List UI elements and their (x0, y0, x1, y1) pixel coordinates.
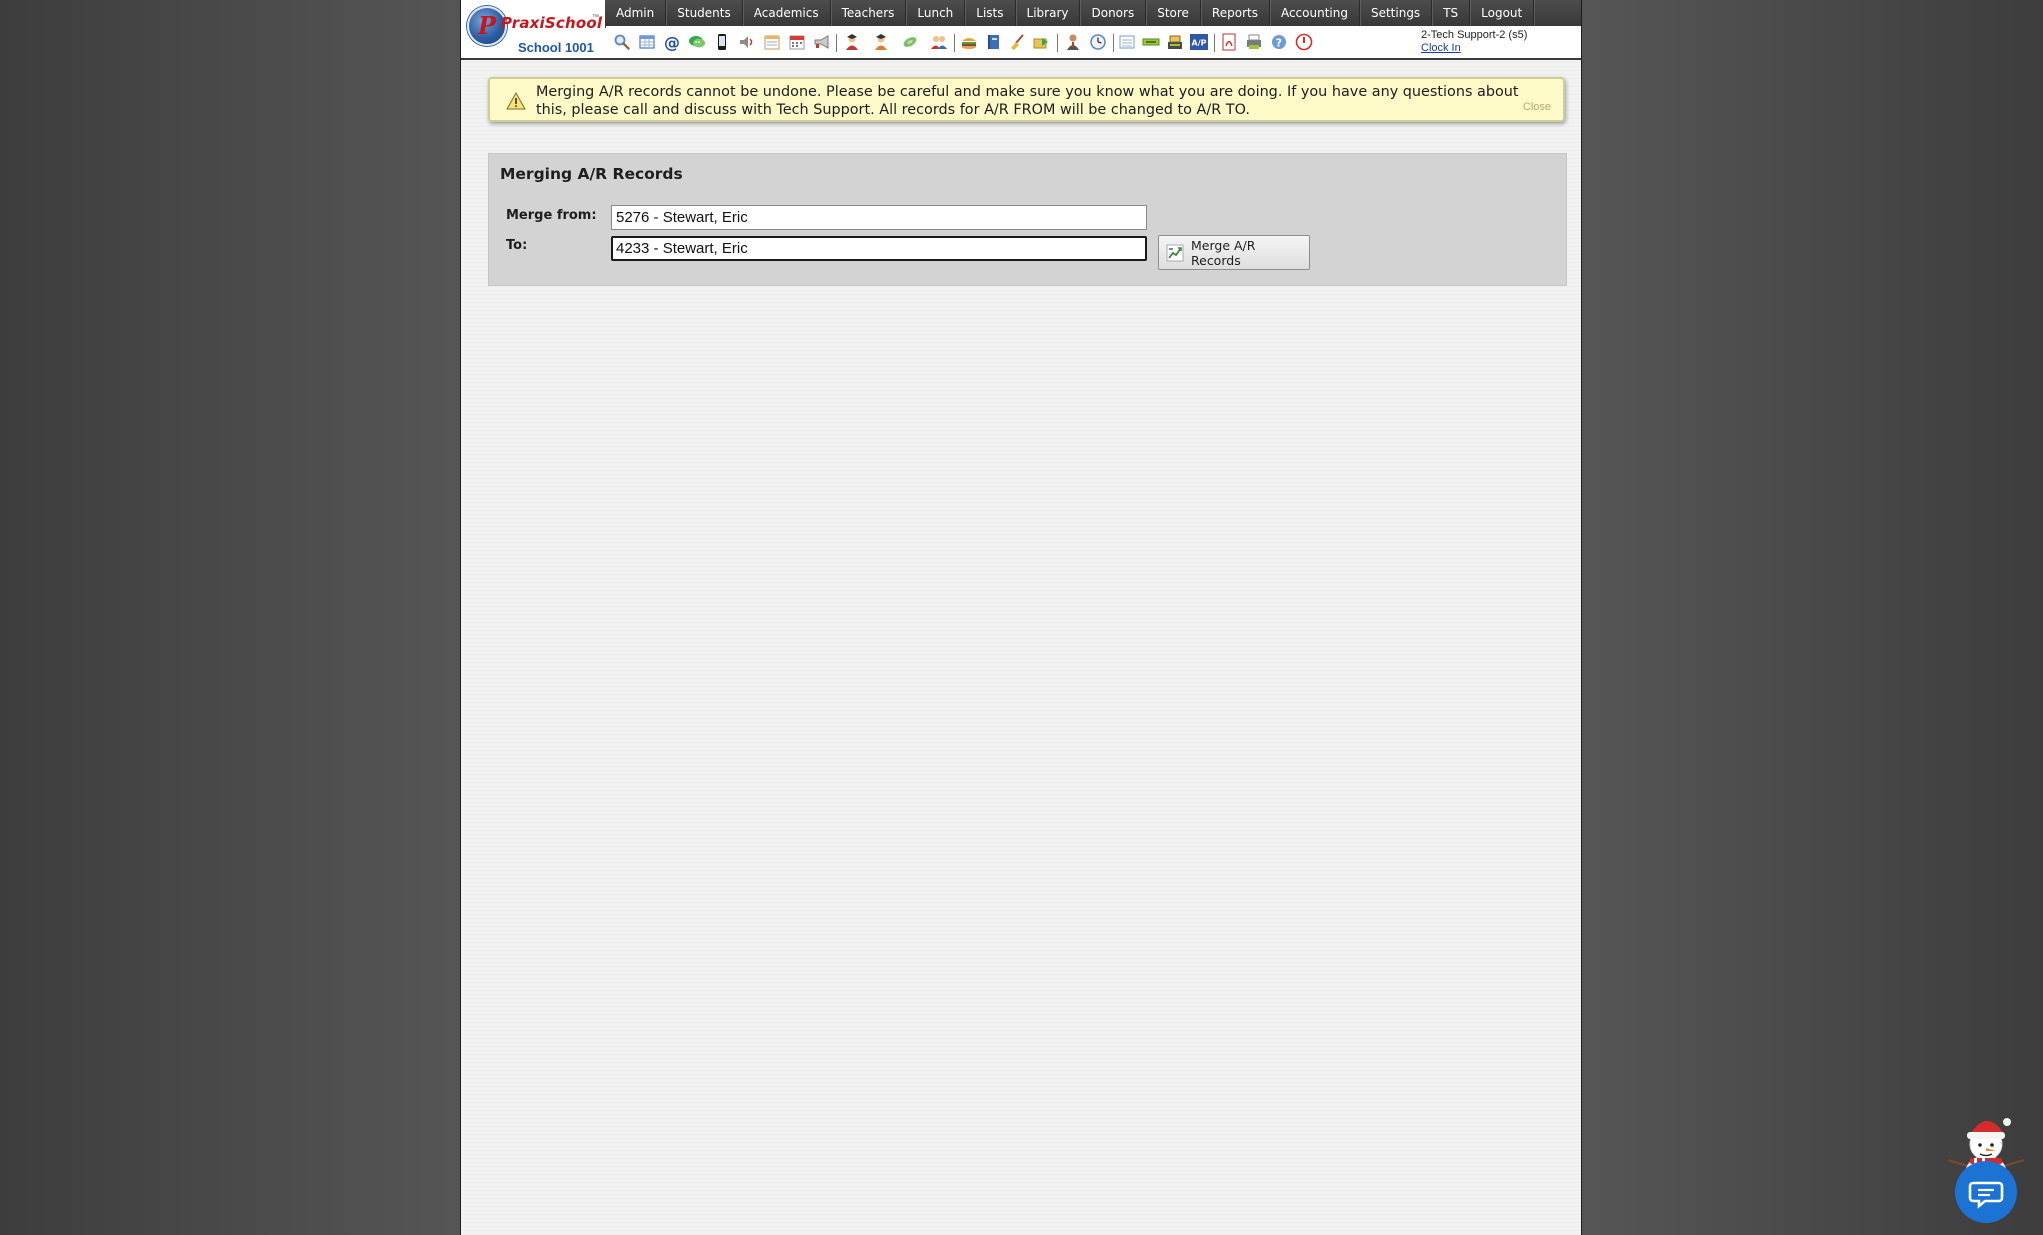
to-label: To: (506, 238, 528, 253)
students-group-icon[interactable] (930, 33, 948, 51)
search-icon[interactable] (613, 33, 631, 51)
nav-store[interactable]: Store (1146, 0, 1201, 26)
nav-academics[interactable]: Academics (743, 0, 831, 26)
merge-panel: Merging A/R Records Merge from: 5276 - S… (488, 153, 1567, 286)
user-name: 2-Tech Support-2 (s5) (1421, 29, 1528, 41)
snowman-chat-icon (1947, 1118, 2025, 1223)
toolbar-separator (954, 34, 955, 52)
lunch-icon[interactable] (960, 33, 978, 51)
broom-icon[interactable] (1008, 33, 1026, 51)
nav-teachers[interactable]: Teachers (831, 0, 907, 26)
clock-icon[interactable] (1089, 33, 1107, 51)
nav-students[interactable]: Students (666, 0, 743, 26)
email-icon[interactable]: @ (663, 33, 681, 51)
nav-settings[interactable]: Settings (1360, 0, 1433, 26)
school-name: School 1001 (518, 40, 594, 55)
merge-icon (1166, 244, 1184, 262)
student-green-icon[interactable] (901, 33, 919, 51)
trademark: ™ (592, 14, 599, 21)
merge-ar-records-button[interactable]: Merge A/R Records (1158, 235, 1310, 270)
document-icon[interactable] (1118, 33, 1136, 51)
teacher-icon[interactable] (1064, 33, 1082, 51)
warning-alert: Merging A/R records cannot be undone. Pl… (488, 77, 1565, 122)
clock-in-link[interactable]: Clock In (1421, 42, 1527, 55)
nav-accounting[interactable]: Accounting (1270, 0, 1360, 26)
merge-from-label: Merge from: (506, 208, 597, 223)
nav-admin[interactable]: Admin (605, 0, 667, 26)
calendar-icon[interactable] (788, 33, 806, 51)
chat-icon[interactable] (688, 33, 706, 51)
nav-ts[interactable]: TS (1432, 0, 1471, 26)
to-input[interactable]: 4233 - Stewart, Eric (611, 236, 1147, 261)
svg-text:@: @ (664, 33, 680, 51)
panel-title: Merging A/R Records (500, 165, 683, 183)
ticket-icon[interactable] (1142, 33, 1160, 51)
user-info: 2-Tech Support-2 (s5) Clock In (1421, 29, 1527, 55)
svg-text:A/P: A/P (1192, 39, 1207, 48)
megaphone-icon[interactable] (813, 33, 831, 51)
toolbar-separator (1057, 34, 1058, 52)
student-orange-icon[interactable] (872, 33, 890, 51)
support-chat-widget[interactable] (1940, 1100, 2032, 1228)
nav-logout[interactable]: Logout (1470, 0, 1535, 26)
nav-donors[interactable]: Donors (1080, 0, 1147, 26)
nav-lunch[interactable]: Lunch (906, 0, 966, 26)
nav-lists[interactable]: Lists (965, 0, 1016, 26)
brand-name: PraxiSchool (501, 14, 603, 32)
cash-register-icon[interactable] (1166, 33, 1184, 51)
grid-icon[interactable] (638, 33, 656, 51)
nav-reports[interactable]: Reports (1201, 0, 1270, 26)
toolbar-separator (1214, 34, 1215, 52)
header: P PraxiSchool ™ School 1001 Admin Studen… (461, 0, 1581, 60)
toolbar-separator (836, 34, 837, 52)
power-icon[interactable] (1295, 33, 1313, 51)
logo[interactable]: P PraxiSchool ™ School 1001 (461, 0, 606, 58)
merge-from-input[interactable]: 5276 - Stewart, Eric (611, 205, 1147, 230)
toolbar-separator (1113, 34, 1114, 52)
alert-close-link[interactable]: Close (1523, 101, 1551, 113)
page-container: P PraxiSchool ™ School 1001 Admin Studen… (460, 0, 1582, 1235)
ap-icon[interactable]: A/P (1190, 33, 1208, 51)
calendar-list-icon[interactable] (763, 33, 781, 51)
inbox-icon[interactable] (1032, 33, 1050, 51)
alert-message: Merging A/R records cannot be undone. Pl… (536, 84, 1519, 118)
speaker-icon[interactable] (738, 33, 756, 51)
printer-icon[interactable] (1245, 33, 1263, 51)
student-red-icon[interactable] (843, 33, 861, 51)
warning-icon (506, 91, 526, 110)
main-nav: Admin Students Academics Teachers Lunch … (605, 0, 1581, 26)
svg-text:?: ? (1276, 37, 1282, 50)
nav-library[interactable]: Library (1016, 0, 1081, 26)
merge-button-label: Merge A/R Records (1191, 237, 1256, 268)
help-icon[interactable]: ? (1270, 33, 1288, 51)
quick-toolbar: @ A/P ? 2-Tech Support-2 (s5) Clock In (605, 28, 1581, 58)
book-icon[interactable] (984, 33, 1002, 51)
pdf-icon[interactable] (1220, 33, 1238, 51)
mobile-icon[interactable] (713, 33, 731, 51)
